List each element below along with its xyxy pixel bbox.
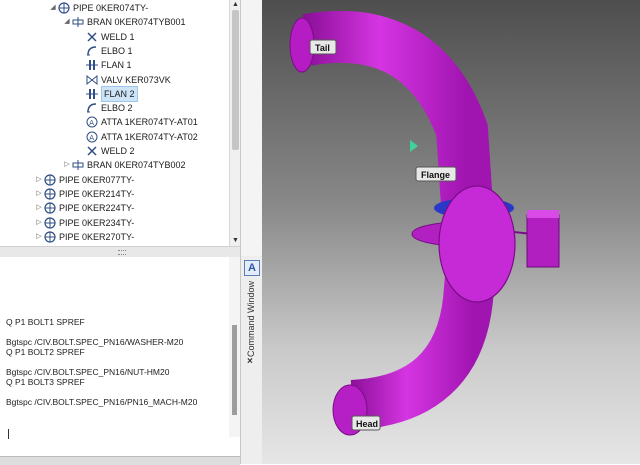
command-scrollbar[interactable] xyxy=(229,257,240,437)
tree-item[interactable]: A ATTA 1KER074TY-AT02 xyxy=(76,130,198,144)
weld-icon xyxy=(86,31,98,43)
expand-arrow-icon[interactable]: ▷ xyxy=(34,230,44,244)
command-output: Q P1 BOLT1 SPREF Bgtspc /CIV.BOLT.SPEC_PN… xyxy=(6,317,228,407)
label-head: Head xyxy=(351,415,381,431)
attachment-box-top xyxy=(527,210,559,218)
flange-icon xyxy=(86,88,98,100)
command-line: Q P1 BOLT2 SPREF xyxy=(6,347,85,357)
tree-item[interactable]: ▷ PIPE 0KER270TY- xyxy=(34,230,134,244)
tree-item[interactable]: ▷ BRAN 0KER074TYB002 xyxy=(62,158,186,172)
tree-item-label: ELBO 1 xyxy=(101,45,133,56)
valve-marker xyxy=(410,140,418,152)
tree-item[interactable]: VALV KER073VK xyxy=(76,73,171,87)
tree-item-label: WELD 2 xyxy=(101,146,135,156)
tree-item[interactable]: FLAN 1 xyxy=(76,58,132,72)
explorer-tree: ◢ PIPE 0KER074TY- ◢ BRAN 0KER074TYB001 WELD … xyxy=(0,0,229,246)
tree-item-label: VALV KER073VK xyxy=(101,74,171,85)
scrollbar-thumb[interactable] xyxy=(232,10,239,150)
command-line xyxy=(6,387,228,397)
attachment-icon: A xyxy=(86,131,98,143)
tree-item[interactable]: ▷ PIPE 0KER214TY- xyxy=(34,187,134,201)
tree-item-label: FLAN 1 xyxy=(101,60,132,71)
tree-item[interactable]: ▷ PIPE 0KER077TY- xyxy=(34,173,134,187)
tree-item-label: PIPE 0KER214TY- xyxy=(59,188,135,199)
command-line: Q P1 BOLT3 SPREF xyxy=(6,377,85,387)
pipe-icon xyxy=(58,2,70,14)
attachment-box[interactable] xyxy=(526,214,560,268)
command-line xyxy=(6,357,228,367)
expand-arrow-icon[interactable]: ▷ xyxy=(34,187,44,201)
tree-item-label: ELBO 2 xyxy=(101,103,133,114)
expand-arrow-icon[interactable]: ▷ xyxy=(34,201,44,215)
elbow-icon xyxy=(86,45,98,57)
tree-item[interactable]: ▷ PIPE 0KER224TY- xyxy=(34,201,134,215)
command-window: Q P1 BOLT1 SPREF Bgtspc /CIV.BOLT.SPEC_PN… xyxy=(0,257,240,465)
label-head-text: Head xyxy=(356,419,378,429)
tree-item-label: PIPE 0KER270TY- xyxy=(59,231,135,242)
tree-item[interactable]: A ATTA 1KER074TY-AT01 xyxy=(76,115,198,129)
pipe-icon xyxy=(44,202,56,214)
command-window-icon[interactable]: A xyxy=(244,260,260,276)
label-tail-text: Tail xyxy=(315,43,330,53)
tree-item[interactable]: WELD 2 xyxy=(76,144,135,158)
tree-item-label: BRAN 0KER074TYB001 xyxy=(87,17,186,28)
pipe-icon xyxy=(44,231,56,243)
tree-item-label: PIPE 0KER074TY- xyxy=(73,3,149,13)
tree-item[interactable]: ▷ PIPE 0KER234TY- xyxy=(34,216,134,230)
attachment-icon: A xyxy=(86,116,98,128)
label-flange: Flange xyxy=(415,166,457,182)
tree-item-label: FLAN 2 xyxy=(101,85,138,102)
command-line xyxy=(6,327,228,337)
command-scrollbar-thumb[interactable] xyxy=(232,325,237,415)
close-icon[interactable]: × xyxy=(247,356,253,367)
command-line: Bgtspc /CIV.BOLT.SPEC_PN16/NUT-HM20 xyxy=(6,367,170,377)
tree-item[interactable]: ◢ PIPE 0KER074TY- xyxy=(48,1,148,15)
tree-item-label: PIPE 0KER234TY- xyxy=(59,217,135,228)
panel-divider xyxy=(240,0,263,256)
expand-arrow-icon[interactable]: ▷ xyxy=(34,216,44,230)
svg-text:A: A xyxy=(89,119,94,127)
branch-icon xyxy=(72,159,84,171)
pipe-icon xyxy=(44,188,56,200)
label-tail: Tail xyxy=(309,39,337,55)
command-line: Q P1 BOLT1 SPREF xyxy=(6,317,85,327)
pipe-icon xyxy=(44,216,56,229)
branch-icon xyxy=(72,16,84,28)
label-flange-text: Flange xyxy=(421,170,450,180)
flange-icon xyxy=(86,59,98,71)
elbow-icon xyxy=(86,102,98,114)
3d-viewport[interactable]: Tail Flange Head xyxy=(262,0,640,464)
tree-item-label: PIPE 0KER077TY- xyxy=(59,174,135,185)
command-input-caret[interactable] xyxy=(8,429,9,439)
expand-arrow-icon[interactable]: ▷ xyxy=(62,158,72,172)
weld-icon xyxy=(86,145,98,157)
tree-item[interactable]: ELBO 1 xyxy=(76,44,133,58)
valve-icon xyxy=(86,74,98,86)
expand-arrow-icon[interactable]: ▷ xyxy=(34,173,44,187)
tree-item-label: ATTA 1KER074TY-AT01 xyxy=(101,117,198,128)
tree-item-label: WELD 1 xyxy=(101,31,135,42)
pipe-model-svg[interactable]: Tail Flange Head xyxy=(262,0,640,464)
command-window-dock-tab[interactable]: A Command Window × xyxy=(240,256,263,464)
tree-item[interactable]: WELD 1 xyxy=(76,30,135,44)
tree-item[interactable]: FLAN 2 xyxy=(76,85,138,102)
command-line: Bgtspc /CIV.BOLT.SPEC_PN16/WASHER-M20 xyxy=(6,337,184,347)
command-line: Bgtspc /CIV.BOLT.SPEC_PN16/PN16_MACH-M20 xyxy=(6,397,198,407)
splitter-grip[interactable] xyxy=(118,250,126,255)
tree-item[interactable]: ◢ BRAN 0KER074TYB001 xyxy=(62,15,186,29)
command-window-title[interactable]: Command Window xyxy=(246,275,256,363)
svg-text:A: A xyxy=(89,134,94,142)
collapse-arrow-icon[interactable]: ◢ xyxy=(48,1,58,15)
tree-item-label: PIPE 0KER224TY- xyxy=(59,203,135,214)
tree-item-label: ATTA 1KER074TY-AT02 xyxy=(101,131,198,142)
tree-item[interactable]: ELBO 2 xyxy=(76,101,133,115)
flange-disc[interactable] xyxy=(438,185,516,303)
pipe-icon xyxy=(44,173,56,186)
collapse-arrow-icon[interactable]: ◢ xyxy=(62,15,72,29)
tree-item-label: BRAN 0KER074TYB002 xyxy=(87,160,186,171)
